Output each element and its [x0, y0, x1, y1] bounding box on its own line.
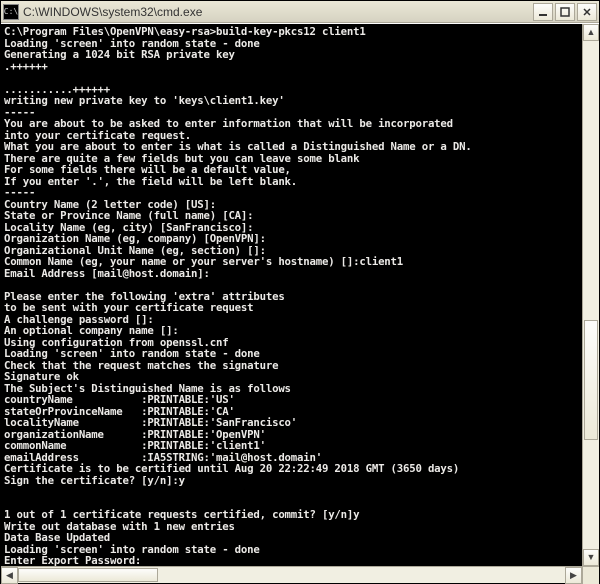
scroll-left-button[interactable]: ◀ — [1, 567, 18, 584]
scroll-up-button[interactable]: ▲ — [583, 24, 599, 41]
cmd-window: C:\ C:\WINDOWS\system32\cmd.exe C:\Progr… — [0, 0, 600, 584]
window-title: C:\WINDOWS\system32\cmd.exe — [23, 5, 533, 19]
vertical-scrollbar[interactable]: ▲ ▼ — [582, 24, 599, 566]
chevron-left-icon: ◀ — [6, 571, 13, 580]
horizontal-scroll-thumb[interactable] — [18, 568, 158, 582]
scroll-right-button[interactable]: ▶ — [565, 567, 582, 584]
minimize-button[interactable] — [533, 3, 553, 21]
console-output[interactable]: C:\Program Files\OpenVPN\easy-rsa>build-… — [1, 24, 582, 566]
horizontal-scroll-track[interactable] — [18, 567, 565, 583]
chevron-up-icon: ▲ — [587, 28, 596, 37]
vertical-scroll-track[interactable] — [583, 41, 599, 549]
titlebar[interactable]: C:\ C:\WINDOWS\system32\cmd.exe — [1, 1, 599, 23]
window-controls — [533, 3, 597, 21]
console-area: C:\Program Files\OpenVPN\easy-rsa>build-… — [1, 23, 599, 566]
scroll-down-button[interactable]: ▼ — [583, 549, 599, 566]
close-button[interactable] — [577, 3, 597, 21]
maximize-button[interactable] — [555, 3, 575, 21]
scrollbar-corner — [582, 567, 599, 584]
horizontal-scrollbar[interactable]: ◀ ▶ — [1, 566, 599, 583]
vertical-scroll-thumb[interactable] — [584, 320, 598, 440]
chevron-right-icon: ▶ — [570, 571, 577, 580]
chevron-down-icon: ▼ — [587, 553, 596, 562]
app-icon: C:\ — [3, 4, 19, 20]
